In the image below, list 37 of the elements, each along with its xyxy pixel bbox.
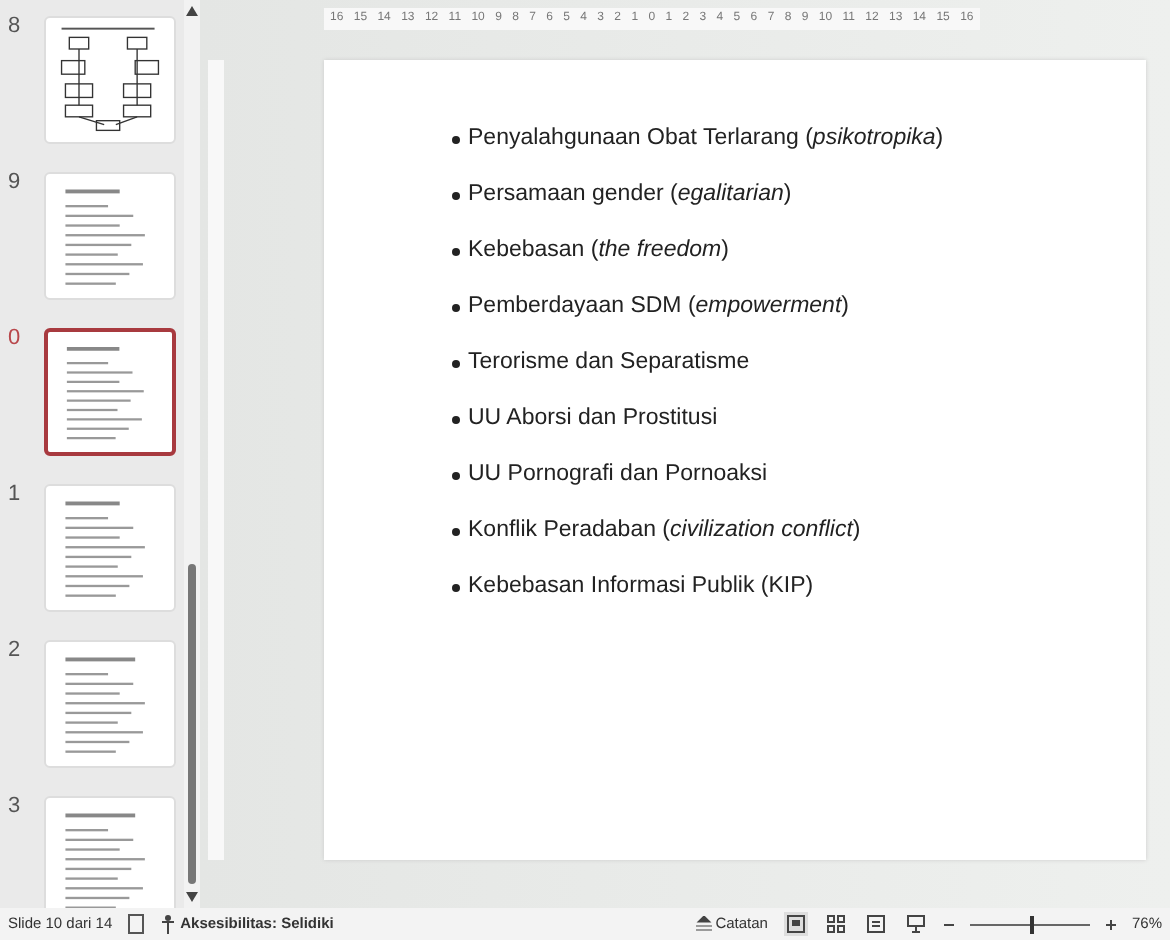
slide-sorter-button[interactable]: [823, 912, 848, 936]
notes-panel-icon[interactable]: [128, 912, 145, 936]
bullet-icon: [452, 359, 460, 367]
slide-number: 8: [8, 16, 23, 38]
bullet-icon: [452, 135, 460, 143]
zoom-slider-thumb[interactable]: [1030, 915, 1035, 933]
bullet-point: Konflik Peradaban (civilization conflict): [468, 516, 861, 546]
bullet-point: Penyalahgunaan Obat Terlarang (psikotropika): [468, 124, 944, 154]
slide-thumbnail[interactable]: [44, 328, 176, 456]
bullet-icon: [452, 527, 460, 535]
bullet-point: UU Aborsi dan Prostitusi: [468, 404, 718, 434]
slide-number: 1: [8, 484, 23, 506]
bullet-icon: [452, 583, 460, 591]
slide-number: 0: [8, 328, 23, 350]
normal-view-button[interactable]: [783, 912, 808, 936]
bullet-point: Kebebasan Informasi Publik (KIP): [468, 572, 814, 602]
scrollbar[interactable]: [184, 0, 200, 908]
notes-icon: [695, 916, 712, 932]
slideshow-button[interactable]: [903, 912, 928, 936]
bullet-icon: [452, 247, 460, 255]
bullet-point: Pemberdayaan SDM (empowerment): [468, 292, 849, 322]
bullet-icon: [452, 415, 460, 423]
bullet-icon: [452, 303, 460, 311]
bullet-point: UU Pornografi dan Pornoaksi: [468, 460, 768, 490]
bullet-point: Persamaan gender (egalitarian): [468, 180, 792, 210]
reading-view-button[interactable]: [863, 912, 888, 936]
bullet-point: Terorisme dan Separatisme: [468, 348, 750, 378]
slide-number: 9: [8, 172, 23, 194]
plus-icon: [1105, 919, 1116, 930]
accessibility-icon: [160, 914, 177, 934]
slide-number: 2: [8, 640, 23, 662]
bullet-icon: [452, 471, 460, 479]
minus-icon: [943, 919, 954, 930]
scrollbar-thumb[interactable]: [188, 564, 196, 884]
bullet-icon: [452, 191, 460, 199]
slide-number: 3: [8, 796, 23, 818]
bullet-point: Kebebasan (the freedom): [468, 236, 729, 266]
